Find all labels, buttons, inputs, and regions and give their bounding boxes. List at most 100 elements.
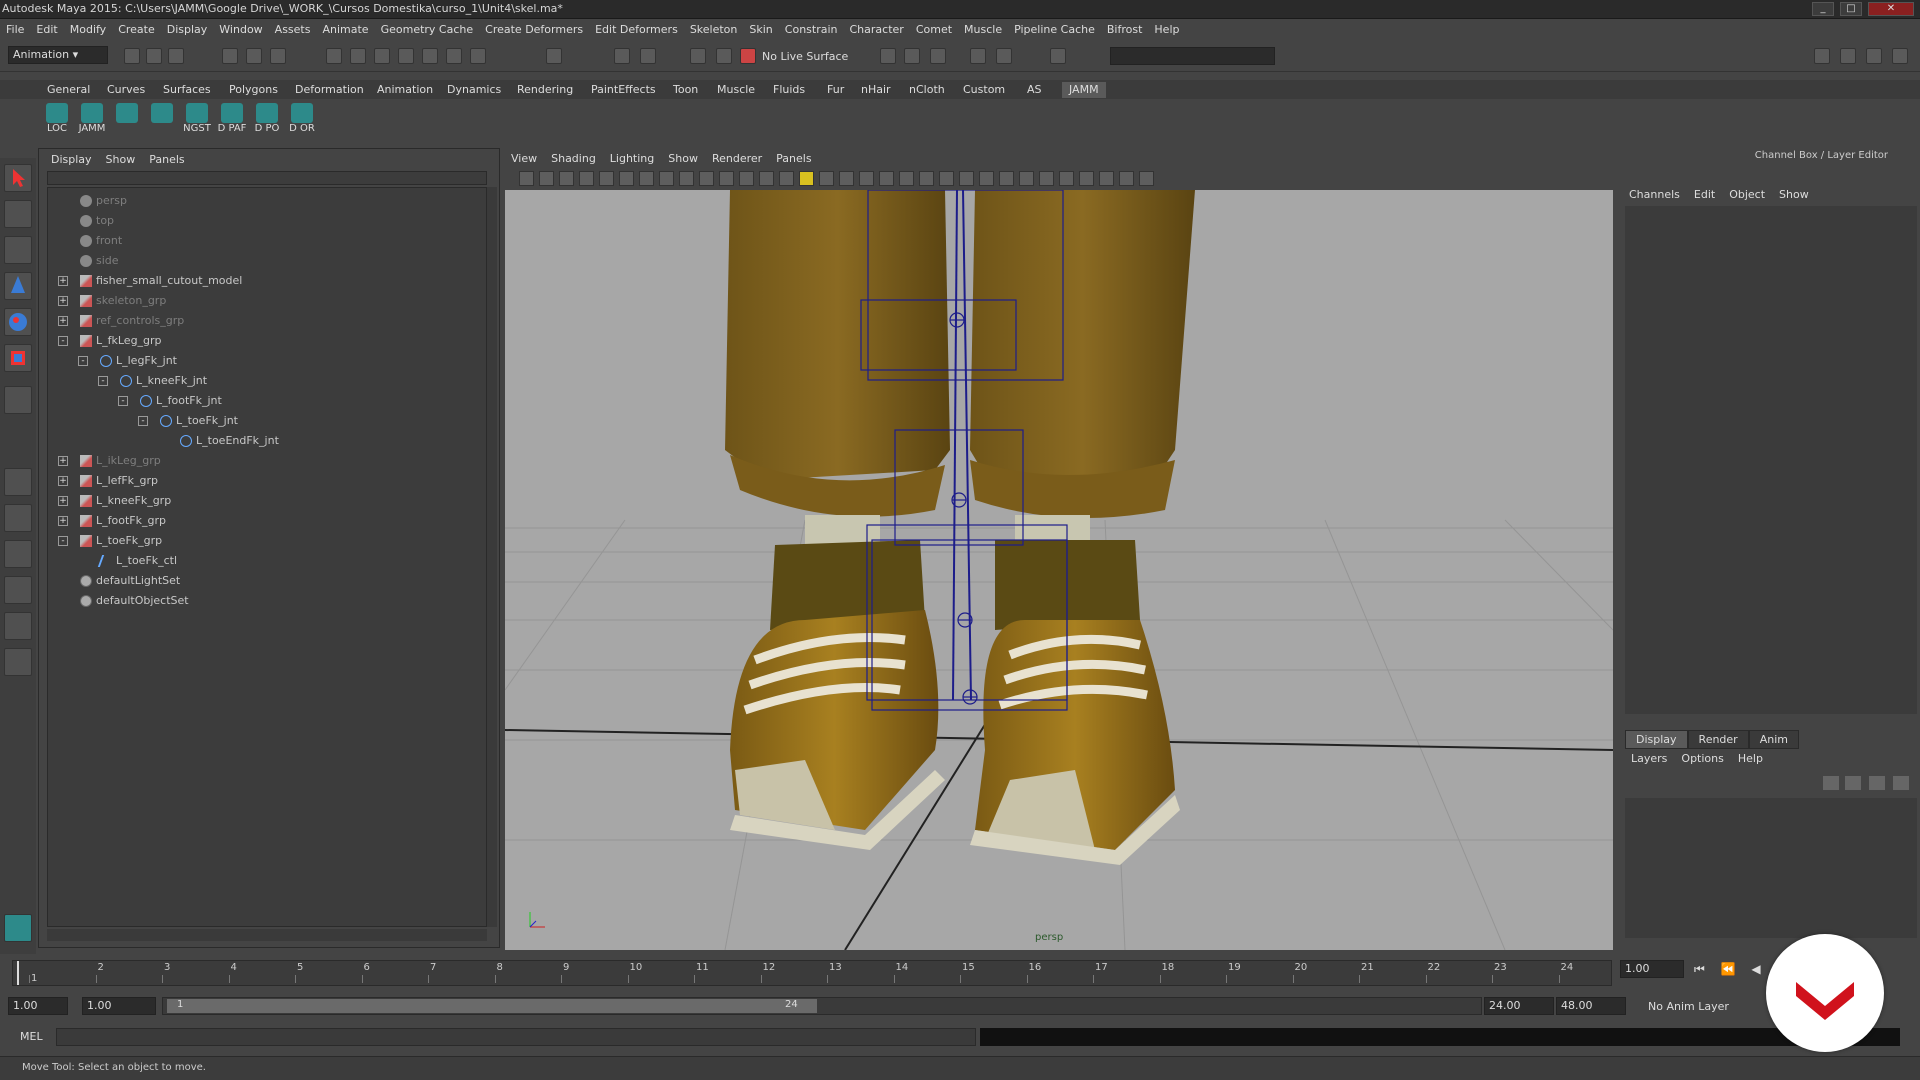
shelf-button-0[interactable]: LOC	[42, 103, 72, 139]
channel-box-icon[interactable]	[996, 48, 1012, 64]
menu-bifrost[interactable]: Bifrost	[1101, 23, 1149, 36]
shelf-tab-animation[interactable]: Animation	[370, 82, 440, 98]
viewport-tool-icon[interactable]	[599, 171, 614, 186]
viewport-tool-icon[interactable]	[979, 171, 994, 186]
outliner-item[interactable]: defaultObjectSet	[80, 592, 189, 610]
shelf-button-4[interactable]: NGST	[182, 103, 212, 139]
menu-skeleton[interactable]: Skeleton	[684, 23, 744, 36]
menu-constrain[interactable]: Constrain	[779, 23, 844, 36]
expand-icon[interactable]: +	[58, 476, 68, 486]
custom-layout-icon[interactable]	[4, 648, 32, 676]
shelf-tab-deformation[interactable]: Deformation	[288, 82, 371, 98]
outliner-toggle-icon[interactable]	[1840, 48, 1856, 64]
outliner-item[interactable]: - L_toeFk_grp	[58, 532, 162, 550]
symmetry-icon[interactable]	[880, 48, 896, 64]
anim-layer-selector[interactable]: No Anim Layer	[1648, 1000, 1729, 1013]
menu-muscle[interactable]: Muscle	[958, 23, 1008, 36]
viewport-tool-icon[interactable]	[819, 171, 834, 186]
maximize-button[interactable]: □	[1840, 2, 1862, 16]
outliner-item[interactable]: + skeleton_grp	[58, 292, 166, 310]
single-view-icon[interactable]	[4, 468, 32, 496]
snap-point-icon[interactable]	[374, 48, 390, 64]
viewport-menu-lighting[interactable]: Lighting	[610, 152, 654, 165]
viewport-tool-icon[interactable]	[559, 171, 574, 186]
attribute-editor-icon[interactable]	[930, 48, 946, 64]
graph-layout-icon[interactable]	[4, 576, 32, 604]
numeric-input-field[interactable]	[1110, 47, 1275, 65]
time-slider-bar[interactable]: 1 2 3 4 5 6 7 8 9 10 11 12 13 14 15 16 17 18 19 20 21 22 23 24	[12, 960, 1612, 986]
outliner-filter-field[interactable]	[47, 171, 487, 185]
layer-tab-render[interactable]: Render	[1687, 730, 1749, 749]
layer-menu-layers[interactable]: Layers	[1631, 752, 1667, 765]
rotate-tool-icon[interactable]	[4, 308, 32, 336]
new-layer-selected-icon[interactable]	[1893, 776, 1909, 790]
playback-controls[interactable]: ⏮ ⏪ ◀	[1694, 962, 1767, 977]
select-component-icon[interactable]	[270, 48, 286, 64]
layer-list[interactable]	[1625, 798, 1917, 938]
outliner-menu-panels[interactable]: Panels	[149, 153, 184, 166]
anim-start-field[interactable]: 1.00	[8, 997, 68, 1015]
viewport-menu-panels[interactable]: Panels	[776, 152, 811, 165]
viewport-tool-icon[interactable]	[1139, 171, 1154, 186]
outliner-item[interactable]: - L_fkLeg_grp	[58, 332, 162, 350]
sidebar-toggle-icon[interactable]	[1050, 48, 1066, 64]
snap-surface-icon[interactable]	[422, 48, 438, 64]
history-icon[interactable]	[446, 48, 462, 64]
viewport-tool-icon[interactable]	[1039, 171, 1054, 186]
shelf-tab-fluids[interactable]: Fluids	[766, 82, 812, 98]
collapse-icon[interactable]: -	[58, 336, 68, 346]
menu-pipeline-cache[interactable]: Pipeline Cache	[1008, 23, 1101, 36]
menu-modify[interactable]: Modify	[64, 23, 112, 36]
live-surface-icon[interactable]	[740, 48, 756, 64]
tool-settings-icon[interactable]	[970, 48, 986, 64]
viewport-menu-view[interactable]: View	[511, 152, 537, 165]
viewport-tool-icon[interactable]	[1099, 171, 1114, 186]
channel-menu-channels[interactable]: Channels	[1629, 188, 1680, 201]
menu-assets[interactable]: Assets	[269, 23, 317, 36]
range-handle[interactable]: 1 24	[167, 999, 817, 1013]
outliner-item[interactable]: defaultLightSet	[80, 572, 180, 590]
render-icon[interactable]	[614, 48, 630, 64]
select-tool-icon[interactable]	[4, 164, 32, 192]
expand-icon[interactable]: +	[58, 516, 68, 526]
anim-end-field[interactable]: 48.00	[1556, 997, 1626, 1015]
outliner-item[interactable]: + L_footFk_grp	[58, 512, 166, 530]
shelf-tab-rendering[interactable]: Rendering	[510, 82, 580, 98]
channel-box-area[interactable]	[1625, 206, 1917, 714]
layer-down-icon[interactable]	[1845, 776, 1861, 790]
expand-icon[interactable]: +	[58, 456, 68, 466]
minimize-button[interactable]: _	[1812, 2, 1834, 16]
viewport-menu-shading[interactable]: Shading	[551, 152, 596, 165]
shelf-tab-custom[interactable]: Custom	[956, 82, 1012, 98]
viewport-tool-icon[interactable]	[619, 171, 634, 186]
shelf-button-5[interactable]: D PAF	[217, 103, 247, 139]
shelf-tab-general[interactable]: General	[40, 82, 97, 98]
outliner-item[interactable]: L_toeFk_ctl	[97, 552, 177, 570]
viewport-3d[interactable]: persp	[505, 190, 1613, 950]
viewport-tool-icon[interactable]	[519, 171, 534, 186]
shelf-tab-surfaces[interactable]: Surfaces	[156, 82, 218, 98]
outliner-item[interactable]: - L_footFk_jnt	[118, 392, 222, 410]
viewport-tool-icon[interactable]	[539, 171, 554, 186]
collapse-icon[interactable]: -	[138, 416, 148, 426]
viewport-tool-icon[interactable]	[879, 171, 894, 186]
viewport-tool-icon[interactable]	[739, 171, 754, 186]
save-scene-icon[interactable]	[168, 48, 184, 64]
viewport-tool-icon[interactable]	[699, 171, 714, 186]
channel-menu-edit[interactable]: Edit	[1694, 188, 1715, 201]
layer-tab-display[interactable]: Display	[1625, 730, 1688, 749]
current-frame-field[interactable]: 1.00	[1620, 960, 1684, 978]
outliner-scrollbar[interactable]	[487, 187, 497, 927]
outliner-item[interactable]: + L_lefFk_grp	[58, 472, 158, 490]
shelf-tab-as[interactable]: AS	[1020, 82, 1049, 98]
shelf-tab-nhair[interactable]: nHair	[854, 82, 898, 98]
menu-create-deformers[interactable]: Create Deformers	[479, 23, 589, 36]
menu-create[interactable]: Create	[112, 23, 161, 36]
outliner-item[interactable]: - L_toeFk_jnt	[138, 412, 238, 430]
menu-display[interactable]: Display	[161, 23, 214, 36]
outliner-item[interactable]: front	[80, 232, 122, 250]
viewport-tool-icon[interactable]	[639, 171, 654, 186]
viewport-tool-icon[interactable]	[859, 171, 874, 186]
viewport-menu-show[interactable]: Show	[668, 152, 698, 165]
viewport-tool-icon[interactable]	[679, 171, 694, 186]
